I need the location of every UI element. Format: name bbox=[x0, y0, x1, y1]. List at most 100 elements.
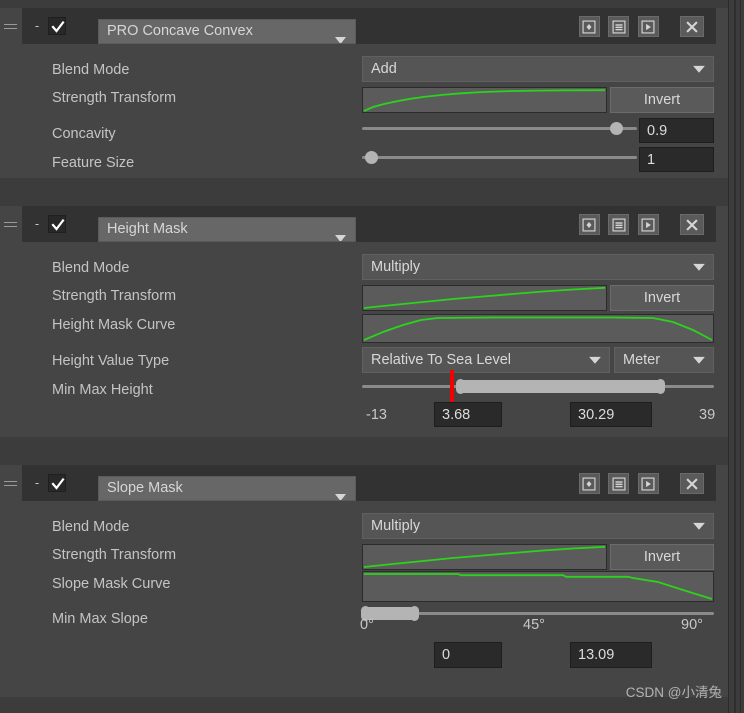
slider-max-handle[interactable] bbox=[410, 606, 419, 621]
modifier-name-dropdown[interactable]: PRO Concave Convex bbox=[98, 19, 356, 44]
edge-line bbox=[740, 0, 741, 713]
curve-graph bbox=[363, 316, 713, 341]
play-icon bbox=[641, 477, 655, 490]
preset-icon-button[interactable] bbox=[578, 16, 600, 37]
scrollbar-track[interactable] bbox=[734, 0, 736, 713]
height-mask-curve[interactable] bbox=[362, 314, 714, 343]
curve-graph bbox=[363, 89, 606, 112]
chevron-down-icon bbox=[335, 29, 346, 43]
panel-header[interactable]: - Height Mask bbox=[4, 206, 716, 242]
chevron-down-icon bbox=[589, 353, 601, 368]
panel-header-buttons bbox=[575, 16, 704, 37]
slope-mask-curve[interactable] bbox=[362, 571, 714, 602]
panel-header[interactable]: - Slope Mask bbox=[4, 465, 716, 501]
close-button[interactable] bbox=[680, 214, 704, 235]
close-icon bbox=[686, 477, 698, 490]
slider-knob[interactable] bbox=[610, 122, 623, 135]
curve-graph bbox=[363, 545, 606, 568]
chevron-down-icon bbox=[693, 519, 705, 534]
modifier-name-dropdown[interactable]: Height Mask bbox=[98, 217, 356, 242]
sea-level-marker bbox=[450, 370, 454, 402]
enable-checkbox[interactable] bbox=[48, 17, 66, 35]
feature-size-slider[interactable] bbox=[362, 147, 637, 169]
edge-line bbox=[728, 0, 729, 713]
enable-checkbox[interactable] bbox=[48, 474, 66, 492]
strength-transform-curve[interactable] bbox=[362, 544, 607, 570]
modifier-name-dropdown[interactable]: Slope Mask bbox=[98, 476, 356, 501]
play-icon-button[interactable] bbox=[637, 16, 659, 37]
preset-icon bbox=[582, 477, 596, 490]
list-icon bbox=[612, 477, 626, 490]
drag-handle-icon[interactable] bbox=[4, 480, 17, 487]
drag-handle-icon[interactable] bbox=[4, 23, 17, 30]
check-icon bbox=[51, 20, 65, 33]
slider-min-handle[interactable] bbox=[456, 379, 465, 394]
label-height-value-type: Height Value Type bbox=[52, 353, 170, 369]
label-strength-transform: Strength Transform bbox=[52, 288, 177, 304]
list-icon bbox=[612, 20, 626, 33]
preset-icon bbox=[582, 218, 596, 231]
foldout-toggle[interactable]: - bbox=[30, 17, 44, 35]
watermark-text: CSDN @小清兔 bbox=[625, 685, 722, 700]
close-button[interactable] bbox=[680, 473, 704, 494]
inspector-window: - PRO Concave Convex Blend Mode Add Stre… bbox=[0, 0, 744, 713]
strength-transform-curve[interactable] bbox=[362, 285, 607, 311]
blend-mode-dropdown[interactable]: Add bbox=[362, 56, 714, 82]
slider-knob[interactable] bbox=[365, 151, 378, 164]
label-blend-mode: Blend Mode bbox=[52, 62, 130, 78]
min-slope-field[interactable]: 0 bbox=[434, 642, 502, 668]
max-slope-field[interactable]: 13.09 bbox=[570, 642, 652, 668]
chevron-down-icon bbox=[693, 353, 705, 368]
close-icon bbox=[686, 218, 698, 231]
modifier-panel-slope-mask: - Slope Mask Blend Mode Multiply Strengt… bbox=[0, 465, 728, 697]
preset-icon-button[interactable] bbox=[578, 473, 600, 494]
window-right-edge bbox=[728, 0, 744, 713]
list-icon-button[interactable] bbox=[608, 473, 630, 494]
height-unit-dropdown[interactable]: Meter bbox=[614, 347, 714, 373]
blend-mode-value: Add bbox=[371, 60, 397, 77]
chevron-down-icon bbox=[693, 62, 705, 77]
axis-label-0: 0° bbox=[360, 617, 374, 633]
chevron-down-icon bbox=[693, 260, 705, 275]
range-max-bound-label: 39 bbox=[699, 407, 716, 423]
max-height-field[interactable]: 30.29 bbox=[570, 402, 652, 427]
foldout-toggle[interactable]: - bbox=[30, 474, 44, 492]
concavity-slider[interactable] bbox=[362, 118, 637, 140]
drag-handle-icon[interactable] bbox=[4, 221, 17, 228]
invert-button[interactable]: Invert bbox=[610, 87, 714, 113]
blend-mode-value: Multiply bbox=[371, 517, 421, 534]
min-max-height-slider[interactable] bbox=[362, 370, 714, 402]
check-icon bbox=[51, 218, 65, 231]
play-icon-button[interactable] bbox=[637, 214, 659, 235]
enable-checkbox[interactable] bbox=[48, 215, 66, 233]
height-value-type-dropdown[interactable]: Relative To Sea Level bbox=[362, 347, 610, 373]
panel-header[interactable]: - PRO Concave Convex bbox=[4, 8, 716, 44]
label-feature-size: Feature Size bbox=[52, 155, 135, 171]
invert-button[interactable]: Invert bbox=[610, 544, 714, 570]
close-button[interactable] bbox=[680, 16, 704, 37]
blend-mode-value: Multiply bbox=[371, 258, 421, 275]
label-blend-mode: Blend Mode bbox=[52, 260, 130, 276]
feature-size-value-field[interactable]: 1 bbox=[639, 147, 714, 172]
blend-mode-dropdown[interactable]: Multiply bbox=[362, 254, 714, 280]
panel-header-buttons bbox=[575, 473, 704, 494]
label-slope-mask-curve: Slope Mask Curve bbox=[52, 576, 171, 592]
slider-max-handle[interactable] bbox=[656, 379, 665, 394]
label-min-max-slope: Min Max Slope bbox=[52, 611, 148, 627]
strength-transform-curve[interactable] bbox=[362, 87, 607, 113]
play-icon-button[interactable] bbox=[637, 473, 659, 494]
invert-button[interactable]: Invert bbox=[610, 285, 714, 311]
min-height-field[interactable]: 3.68 bbox=[434, 402, 502, 427]
curve-graph bbox=[363, 286, 606, 309]
blend-mode-dropdown[interactable]: Multiply bbox=[362, 513, 714, 539]
list-icon-button[interactable] bbox=[608, 16, 630, 37]
concavity-value-field[interactable]: 0.9 bbox=[639, 118, 714, 143]
preset-icon-button[interactable] bbox=[578, 214, 600, 235]
list-icon-button[interactable] bbox=[608, 214, 630, 235]
foldout-toggle[interactable]: - bbox=[30, 215, 44, 233]
label-height-mask-curve: Height Mask Curve bbox=[52, 317, 176, 333]
range-min-bound-label: -13 bbox=[366, 407, 387, 423]
modifier-panel-pro-concave-convex: - PRO Concave Convex Blend Mode Add Stre… bbox=[0, 8, 728, 178]
axis-label-90: 90° bbox=[681, 617, 703, 633]
slider-range-fill[interactable] bbox=[460, 380, 660, 393]
